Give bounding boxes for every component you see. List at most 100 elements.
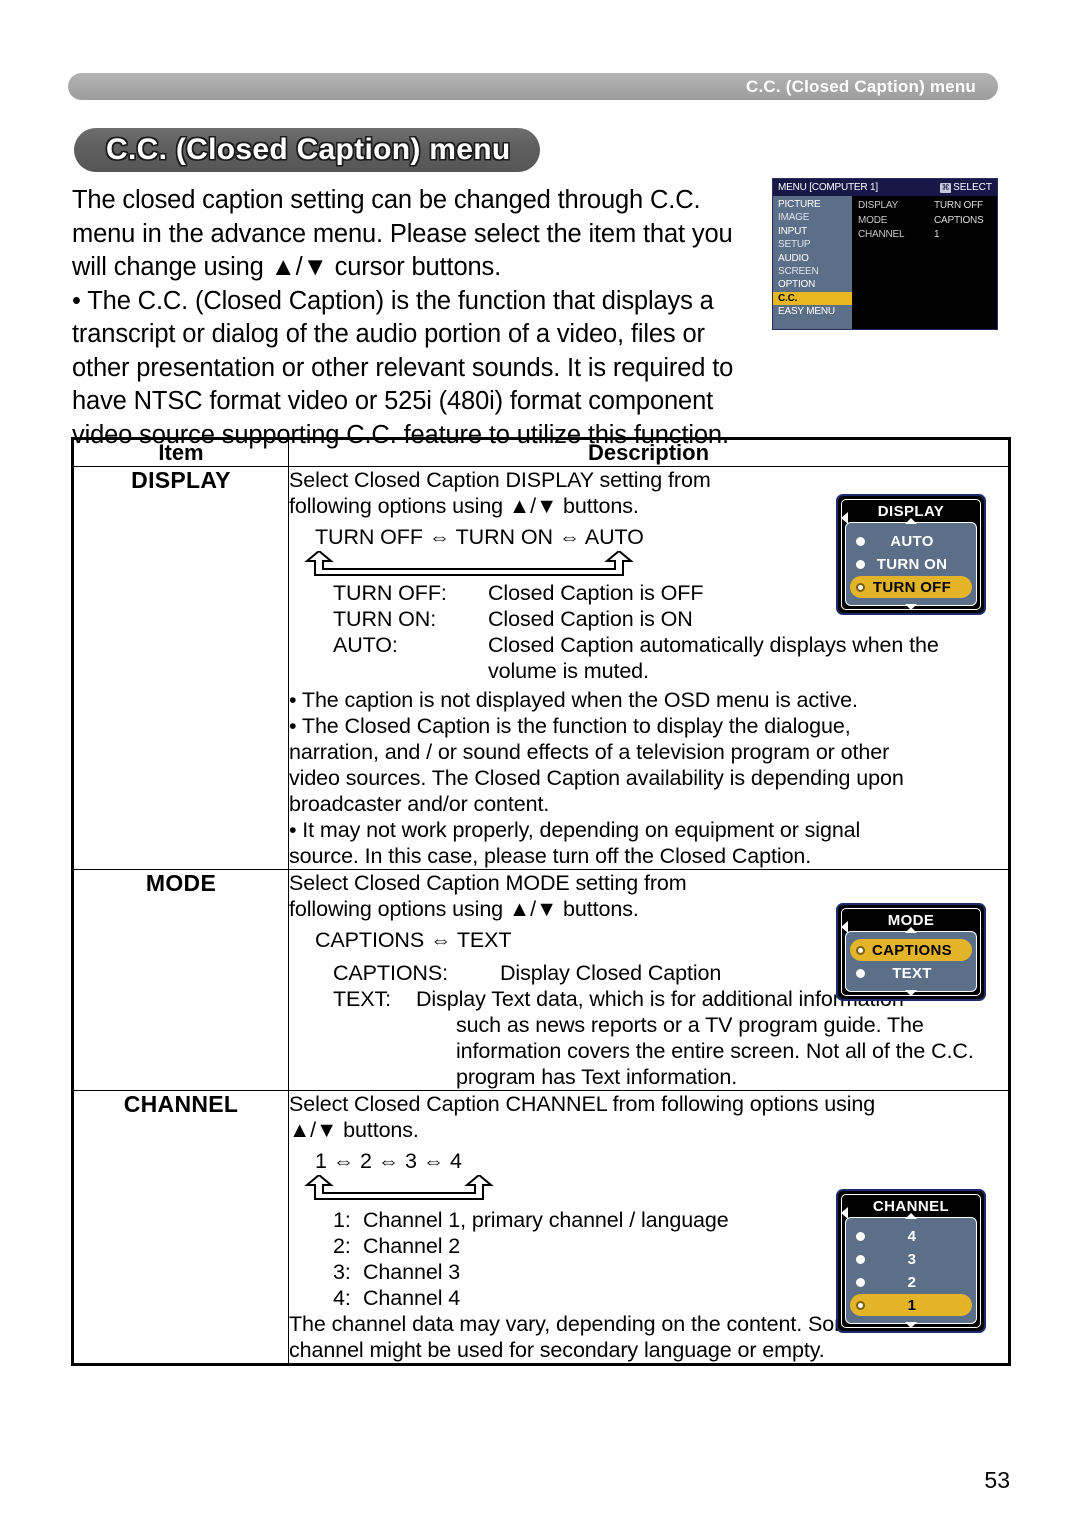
item-label-display: DISPLAY bbox=[73, 466, 289, 870]
osd-sidebar-item-input[interactable]: INPUT bbox=[773, 225, 852, 238]
intro-line-1: The closed caption setting can be change… bbox=[72, 186, 701, 214]
display-bullet-2-cont-1: narration, and / or sound effects of a t… bbox=[289, 740, 890, 764]
osd-sidebar-item-c-c[interactable]: C.C. bbox=[773, 291, 852, 306]
osd-row-label: DISPLAY bbox=[858, 200, 899, 211]
osd-menu-source-label: MENU [COMPUTER 1] bbox=[778, 182, 878, 193]
intro-paragraph: The closed caption setting can be change… bbox=[72, 184, 762, 452]
channel-options-chain: 1 ⇔ 2 ⇔ 3 ⇔ 4 bbox=[315, 1149, 462, 1173]
osd-popup-display[interactable]: DISPLAY AUTO TURN ON TURN OFF bbox=[836, 494, 986, 615]
channel-def-1-key: 1: bbox=[333, 1208, 351, 1232]
table-header-row: Item Description bbox=[73, 439, 1009, 467]
osd-popup-mode-option-text[interactable]: TEXT bbox=[850, 962, 972, 984]
osd-sidebar-item-audio[interactable]: AUDIO bbox=[773, 252, 852, 265]
osd-popup-channel-option-1[interactable]: 1 bbox=[850, 1294, 972, 1316]
osd-popup-channel-inner: CHANNEL 4321 bbox=[841, 1194, 981, 1328]
mode-def-2-cont-1: such as news reports or a TV program gui… bbox=[456, 1013, 924, 1037]
intro-line-4: • The C.C. (Closed Caption) is the funct… bbox=[72, 286, 714, 315]
osd-select-label: SELECT bbox=[953, 182, 992, 193]
display-def-3: AUTO: Closed Caption automatically displ… bbox=[333, 632, 1008, 658]
scroll-down-icon[interactable] bbox=[905, 604, 917, 610]
osd-popup-display-option-turn-off[interactable]: TURN OFF bbox=[850, 576, 972, 598]
osd-popup-display-option-auto[interactable]: AUTO bbox=[850, 530, 972, 552]
osd-sidebar-item-image[interactable]: IMAGE bbox=[773, 211, 852, 224]
osd-main-panel: DISPLAY TURN OFF MODE CAPTIONS CHANNEL 1 bbox=[852, 196, 997, 329]
display-bullet-1: • The caption is not displayed when the … bbox=[289, 688, 858, 712]
osd-sidebar-item-setup[interactable]: SETUP bbox=[773, 238, 852, 251]
osd-sidebar-item-picture[interactable]: PICTURE bbox=[773, 198, 852, 211]
osd-sidebar: PICTURE IMAGE INPUT SETUP AUDIO SCREEN OPTION C… bbox=[773, 196, 852, 329]
osd-popup-option-label: 3 bbox=[907, 1250, 917, 1268]
display-def-3-key: AUTO: bbox=[333, 633, 398, 657]
osd-popup-mode-inner: MODE CAPTIONS TEXT bbox=[841, 908, 981, 996]
osd-popup-option-label: TURN OFF bbox=[872, 578, 952, 596]
osd-popup-option-label: TURN ON bbox=[876, 555, 948, 573]
radio-unselected-icon bbox=[856, 1254, 865, 1264]
channel-intro-line-2: ▲/▼ buttons. bbox=[289, 1118, 419, 1142]
osd-row-value: 1 bbox=[934, 229, 940, 240]
radio-unselected-icon bbox=[856, 1231, 865, 1241]
radio-unselected-icon bbox=[856, 559, 865, 569]
osd-popup-channel-option-4[interactable]: 4 bbox=[850, 1225, 972, 1247]
channel-intro-line-1: Select Closed Caption CHANNEL from follo… bbox=[289, 1092, 876, 1116]
intro-line-2: menu in the advance menu. Please select … bbox=[72, 219, 733, 248]
mode-def-2-cont-3: program has Text information. bbox=[456, 1065, 738, 1089]
display-def-3-cont: volume is muted. bbox=[333, 658, 1008, 684]
osd-row-mode[interactable]: MODE CAPTIONS bbox=[852, 214, 997, 229]
osd-popup-option-label: TEXT bbox=[892, 964, 932, 982]
scroll-up-icon[interactable] bbox=[905, 518, 917, 524]
mode-intro-line-1: Select Closed Caption MODE setting from bbox=[289, 871, 687, 895]
osd-popup-channel-option-3[interactable]: 3 bbox=[850, 1248, 972, 1270]
display-bullet-3: • It may not work properly, depending on… bbox=[289, 818, 861, 842]
osd-popup-display-option-turn-on[interactable]: TURN ON bbox=[850, 553, 972, 575]
osd-popup-option-label: AUTO bbox=[890, 532, 934, 550]
osd-row-display[interactable]: DISPLAY TURN OFF bbox=[852, 199, 997, 214]
osd-row-value: TURN OFF bbox=[934, 200, 983, 211]
scroll-up-icon[interactable] bbox=[905, 927, 917, 933]
osd-popup-mode[interactable]: MODE CAPTIONS TEXT bbox=[836, 903, 986, 1001]
column-header-description: Description bbox=[288, 439, 1009, 467]
osd-popup-mode-list[interactable]: CAPTIONS TEXT bbox=[845, 927, 977, 996]
osd-body: PICTURE IMAGE INPUT SETUP AUDIO SCREEN OPTION C… bbox=[773, 196, 997, 329]
radio-selected-icon bbox=[856, 945, 865, 955]
radio-selected-icon bbox=[856, 582, 865, 592]
channel-def-3-key: 3: bbox=[333, 1260, 351, 1284]
display-intro-line-1: Select Closed Caption DISPLAY setting fr… bbox=[289, 468, 711, 492]
osd-popup-channel-option-2[interactable]: 2 bbox=[850, 1271, 972, 1293]
osd-popup-mode-option-captions[interactable]: CAPTIONS bbox=[850, 939, 972, 961]
osd-sidebar-item-option[interactable]: OPTION bbox=[773, 278, 852, 291]
osd-row-channel[interactable]: CHANNEL 1 bbox=[852, 228, 997, 243]
osd-row-label: MODE bbox=[858, 214, 888, 226]
intro-line-7: have NTSC format video or 525i (480i) fo… bbox=[72, 387, 714, 415]
radio-selected-icon bbox=[856, 1300, 865, 1310]
osd-row-label: CHANNEL bbox=[858, 229, 905, 240]
intro-line-6: other presentation or other relevant sou… bbox=[72, 353, 734, 382]
osd-popup-option-label: 4 bbox=[907, 1227, 917, 1245]
osd-popup-display-list[interactable]: AUTO TURN ON TURN OFF bbox=[845, 518, 977, 610]
osd-sidebar-item-screen[interactable]: SCREEN bbox=[773, 265, 852, 278]
radio-unselected-icon bbox=[856, 536, 865, 546]
page-title: C.C. (Closed Caption) menu bbox=[106, 133, 511, 166]
scroll-down-icon[interactable] bbox=[905, 1322, 917, 1328]
osd-popup-display-inner: DISPLAY AUTO TURN ON TURN OFF bbox=[841, 499, 981, 610]
display-def-2-key: TURN ON: bbox=[333, 607, 437, 631]
mode-def-2-cont-2: information covers the entire screen. No… bbox=[456, 1039, 974, 1063]
scroll-down-icon[interactable] bbox=[905, 990, 917, 996]
intro-line-3: will change using ▲/▼ cursor buttons. bbox=[72, 253, 502, 281]
item-label-mode: MODE bbox=[73, 869, 289, 1091]
display-def-1-key: TURN OFF: bbox=[333, 581, 447, 605]
enter-key-icon: ⌘ bbox=[940, 182, 952, 193]
display-def-3-cont-value: volume is muted. bbox=[488, 659, 649, 683]
scroll-up-icon[interactable] bbox=[905, 1213, 917, 1219]
osd-popup-channel[interactable]: CHANNEL 4321 bbox=[836, 1189, 986, 1333]
osd-popup-option-label: 2 bbox=[907, 1273, 917, 1291]
osd-select-hint: ⌘ SELECT bbox=[940, 182, 992, 193]
osd-popup-channel-list[interactable]: 4 3 2 1 bbox=[845, 1213, 977, 1328]
display-def-3-value: Closed Caption automatically displays wh… bbox=[488, 633, 939, 657]
radio-unselected-icon bbox=[856, 968, 865, 978]
channel-tail-line-2: channel might be used for secondary lang… bbox=[289, 1338, 825, 1362]
page-number: 53 bbox=[984, 1467, 1010, 1493]
mode-def-2-key: TEXT: bbox=[333, 987, 392, 1011]
mode-def-1-key: CAPTIONS: bbox=[333, 961, 448, 985]
osd-sidebar-item-easy-menu[interactable]: EASY MENU bbox=[773, 305, 852, 318]
osd-popup-option-label: 1 bbox=[907, 1296, 917, 1314]
